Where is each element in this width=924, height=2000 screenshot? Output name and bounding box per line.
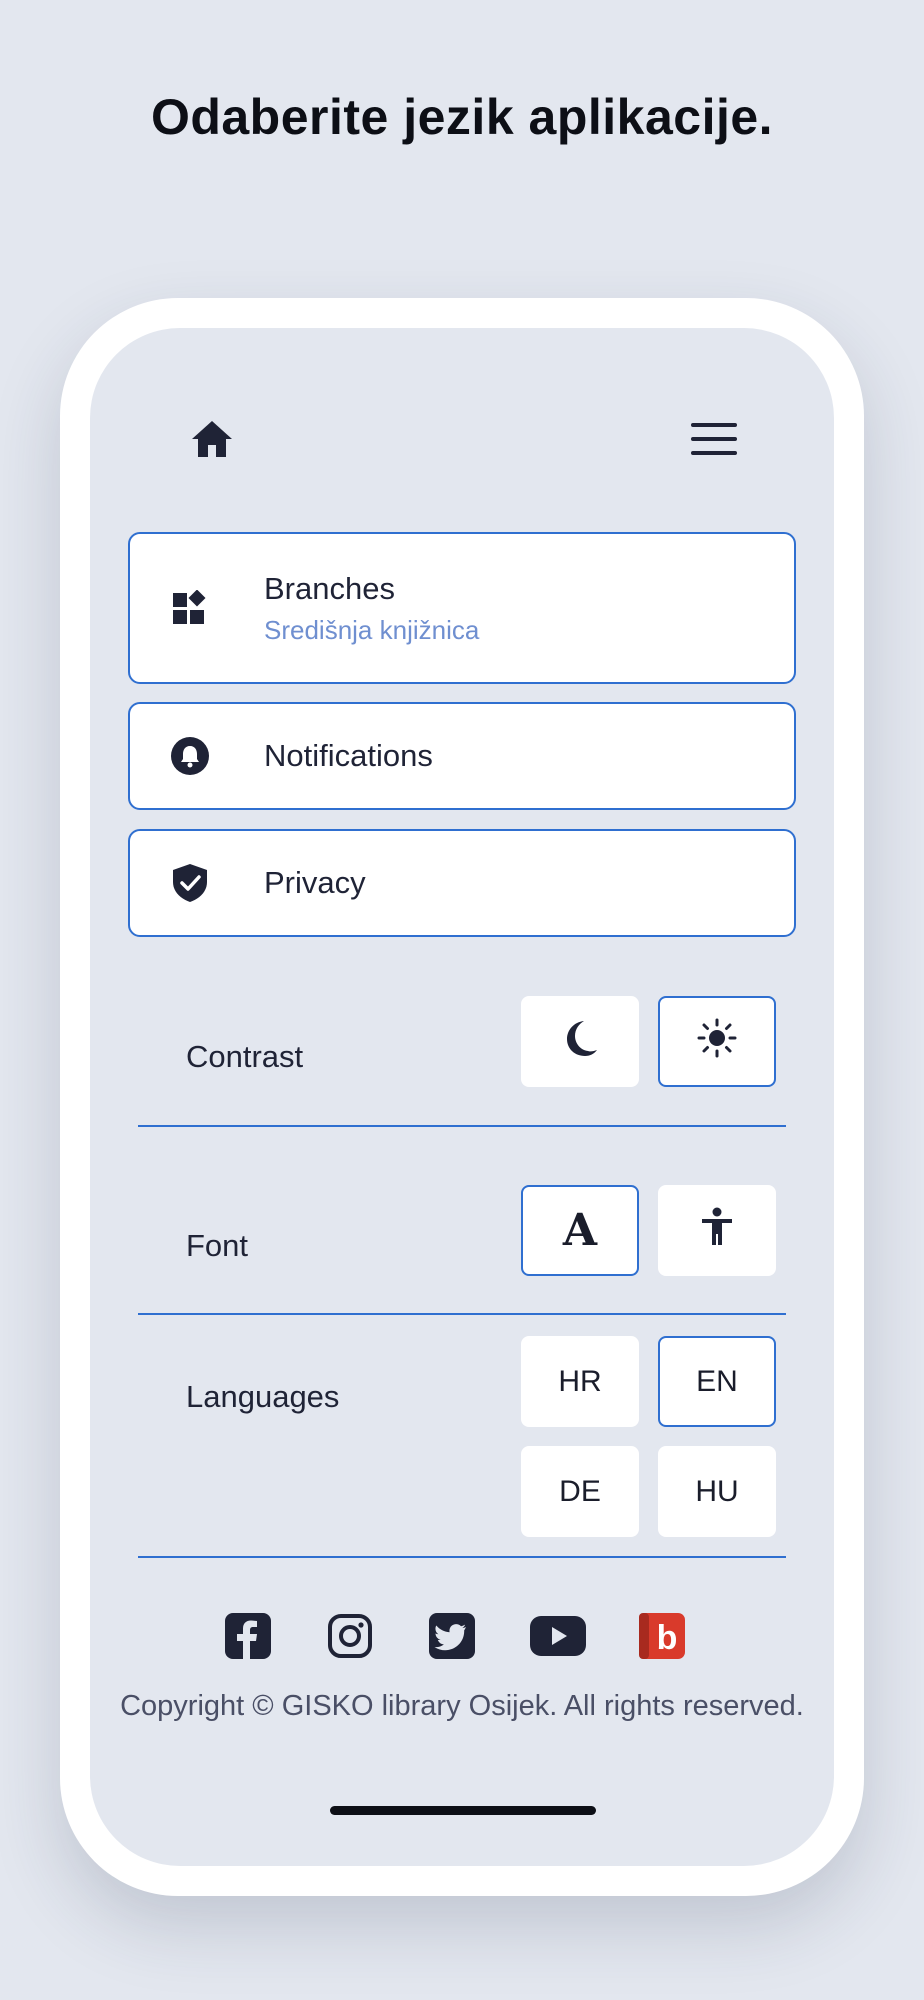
hamburger-menu-icon[interactable] bbox=[688, 413, 740, 465]
notifications-card[interactable]: Notifications bbox=[128, 702, 796, 810]
branches-title: Branches bbox=[264, 570, 395, 606]
bibliotekarski-blog-icon[interactable]: b bbox=[638, 1612, 686, 1660]
bell-icon bbox=[170, 736, 210, 776]
light-contrast-button[interactable] bbox=[658, 996, 776, 1087]
home-icon[interactable] bbox=[186, 413, 238, 465]
home-indicator bbox=[330, 1806, 596, 1815]
serif-font-button[interactable]: A bbox=[521, 1185, 639, 1276]
instagram-icon[interactable] bbox=[326, 1612, 374, 1660]
moon-icon bbox=[560, 1018, 600, 1066]
branches-subtitle: Središnja knjižnica bbox=[264, 614, 480, 645]
divider bbox=[138, 1125, 786, 1127]
accessibility-icon bbox=[700, 1207, 734, 1255]
shield-check-icon bbox=[170, 863, 210, 903]
youtube-icon[interactable] bbox=[530, 1612, 586, 1660]
dark-contrast-button[interactable] bbox=[521, 996, 639, 1087]
phone-frame: Branches Središnja knjižnica Notificatio… bbox=[60, 298, 864, 1896]
language-de-button[interactable]: DE bbox=[521, 1446, 639, 1537]
language-hr-button[interactable]: HR bbox=[521, 1336, 639, 1427]
copyright-text: Copyright © GISKO library Osijek. All ri… bbox=[120, 1690, 804, 1722]
branches-card[interactable]: Branches Središnja knjižnica bbox=[128, 532, 796, 684]
language-en-button[interactable]: EN bbox=[658, 1336, 776, 1427]
language-hu-button[interactable]: HU bbox=[658, 1446, 776, 1537]
contrast-label: Contrast bbox=[186, 1039, 304, 1074]
divider bbox=[138, 1313, 786, 1315]
twitter-icon[interactable] bbox=[428, 1612, 476, 1660]
privacy-card[interactable]: Privacy bbox=[128, 829, 796, 937]
serif-letter-icon: A bbox=[562, 1205, 598, 1256]
blog-letter: b bbox=[657, 1619, 678, 1657]
font-label: Font bbox=[186, 1228, 249, 1263]
page-headline: Odaberite jezik aplikacije. bbox=[150, 89, 774, 145]
app-screen: Branches Središnja knjižnica Notificatio… bbox=[90, 328, 834, 1866]
widgets-icon bbox=[170, 588, 210, 628]
privacy-title: Privacy bbox=[264, 865, 366, 900]
facebook-icon[interactable] bbox=[224, 1612, 272, 1660]
dyslexia-font-button[interactable] bbox=[658, 1185, 776, 1276]
divider bbox=[138, 1556, 786, 1558]
languages-label: Languages bbox=[186, 1379, 340, 1414]
sun-icon bbox=[697, 1018, 737, 1066]
notifications-title: Notifications bbox=[264, 738, 433, 773]
